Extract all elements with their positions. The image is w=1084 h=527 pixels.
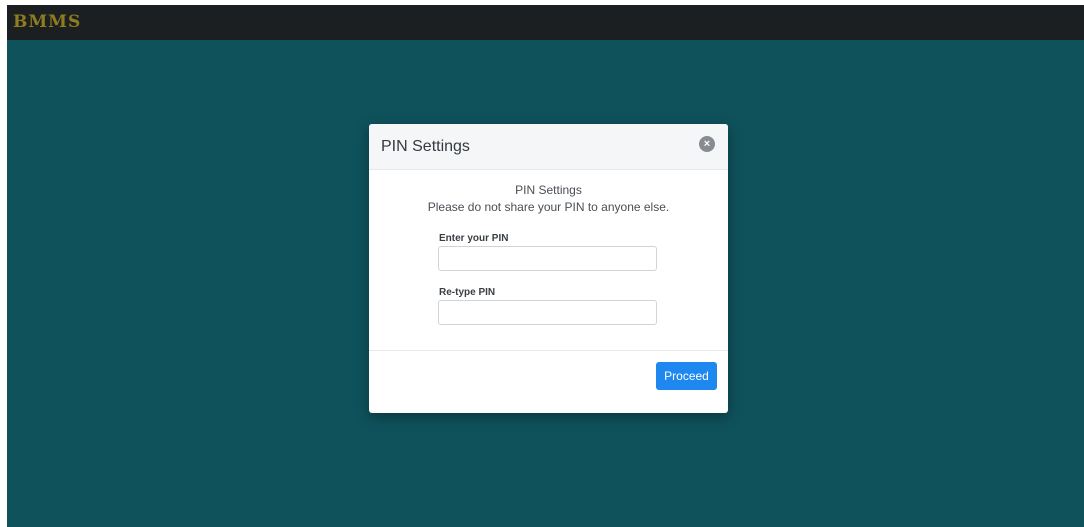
app-frame: BMMS PIN Settings × PIN Settings Please … [7,5,1084,527]
pin-settings-modal: PIN Settings × PIN Settings Please do no… [369,124,728,413]
body-title: PIN Settings [515,183,582,197]
modal-title: PIN Settings [381,138,470,155]
modal-header: PIN Settings × [369,124,728,170]
footer-divider [369,350,728,351]
retype-pin-label: Re-type PIN [439,287,496,298]
close-icon[interactable]: × [699,136,715,152]
pin-input[interactable] [438,246,657,271]
body-note: Please do not share your PIN to anyone e… [427,200,670,214]
pin-label: Enter your PIN [439,233,509,244]
proceed-button[interactable]: Proceed [656,362,717,390]
retype-pin-input[interactable] [438,300,657,325]
brand-logo[interactable]: BMMS [13,12,81,32]
top-navbar: BMMS [7,5,1084,40]
